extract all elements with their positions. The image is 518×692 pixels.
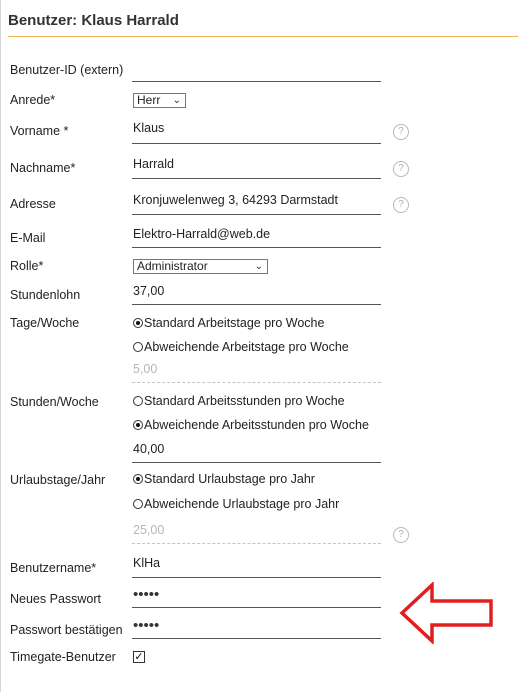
radio-unselected-icon[interactable] <box>133 499 143 509</box>
urlaubstage-standard-option[interactable]: Standard Urlaubstage pro Jahr <box>133 472 315 486</box>
stundenlohn-underline <box>132 304 381 305</box>
nachname-field[interactable]: Harrald <box>133 157 174 171</box>
neues-passwort-underline <box>132 607 381 608</box>
rolle-label: Rolle* <box>10 259 44 273</box>
email-underline <box>132 247 381 248</box>
radio-selected-icon[interactable] <box>133 474 143 484</box>
title-divider <box>8 36 518 37</box>
timegate-benutzer-checkbox[interactable]: ✓ <box>133 651 145 663</box>
benutzername-underline <box>132 577 381 578</box>
urlaubstage-abweichend-option[interactable]: Abweichende Urlaubstage pro Jahr <box>133 497 339 511</box>
rolle-select[interactable]: Administrator ⌄ <box>133 259 268 274</box>
urlaubstage-standard-label: Standard Urlaubstage pro Jahr <box>144 472 315 486</box>
benutzer-id-label: Benutzer-ID (extern) <box>10 63 124 77</box>
benutzer-id-underline <box>132 81 381 82</box>
arrow-shape <box>399 582 493 644</box>
passwort-bestaetigen-label: Passwort bestätigen <box>10 623 123 637</box>
stunden-woche-standard-option[interactable]: Standard Arbeitsstunden pro Woche <box>133 394 345 408</box>
adresse-label: Adresse <box>10 197 56 211</box>
stunden-woche-underline <box>132 462 381 463</box>
chevron-down-icon: ⌄ <box>254 261 263 272</box>
radio-selected-icon[interactable] <box>133 420 143 430</box>
vorname-underline <box>132 143 381 144</box>
tage-woche-standard-label: Standard Arbeitstage pro Woche <box>144 316 325 330</box>
stunden-woche-label: Stunden/Woche <box>10 395 99 409</box>
tage-woche-label: Tage/Woche <box>10 316 80 330</box>
vorname-label: Vorname * <box>10 124 69 138</box>
radio-unselected-icon[interactable] <box>133 342 143 352</box>
nachname-underline <box>132 178 381 179</box>
radio-unselected-icon[interactable] <box>133 396 143 406</box>
help-icon[interactable]: ? <box>393 161 409 177</box>
neues-passwort-label: Neues Passwort <box>10 592 102 606</box>
adresse-field[interactable]: Kronjuwelenweg 3, 64293 Darmstadt <box>133 193 338 207</box>
tage-woche-field[interactable]: 5,00 <box>133 362 157 376</box>
urlaubstage-underline <box>132 543 381 544</box>
stundenlohn-label: Stundenlohn <box>10 288 81 302</box>
stunden-woche-abweichend-option[interactable]: Abweichende Arbeitsstunden pro Woche <box>133 418 369 432</box>
email-field[interactable]: Elektro-Harrald@web.de <box>133 227 270 241</box>
anrede-label: Anrede* <box>10 93 56 107</box>
anrede-selected-value: Herr <box>137 93 161 107</box>
passwort-bestaetigen-field[interactable]: ••••• <box>133 617 159 634</box>
tage-woche-abweichend-label: Abweichende Arbeitstage pro Woche <box>144 340 349 354</box>
passwort-bestaetigen-underline <box>132 638 381 639</box>
stunden-woche-abweichend-label: Abweichende Arbeitsstunden pro Woche <box>144 418 369 432</box>
stunden-woche-standard-label: Standard Arbeitsstunden pro Woche <box>144 394 345 408</box>
rolle-selected-value: Administrator <box>137 259 208 273</box>
user-form-panel: Benutzer: Klaus Harrald Benutzer-ID (ext… <box>0 0 518 692</box>
benutzername-label: Benutzername* <box>10 561 97 575</box>
checkmark-icon: ✓ <box>134 651 144 663</box>
help-icon[interactable]: ? <box>393 197 409 213</box>
chevron-down-icon: ⌄ <box>172 95 181 106</box>
page-title: Benutzer: Klaus Harrald <box>8 12 179 29</box>
anrede-select[interactable]: Herr ⌄ <box>133 93 186 108</box>
tage-woche-abweichend-option[interactable]: Abweichende Arbeitstage pro Woche <box>133 340 349 354</box>
radio-selected-icon[interactable] <box>133 318 143 328</box>
vorname-field[interactable]: Klaus <box>133 121 164 135</box>
timegate-benutzer-label: Timegate-Benutzer <box>10 650 116 664</box>
tage-woche-standard-option[interactable]: Standard Arbeitstage pro Woche <box>133 316 324 330</box>
help-icon[interactable]: ? <box>393 527 409 543</box>
stunden-woche-field[interactable]: 40,00 <box>133 442 164 456</box>
red-arrow-annotation-icon <box>399 582 493 644</box>
tage-woche-underline <box>132 382 381 383</box>
help-icon[interactable]: ? <box>393 124 409 140</box>
urlaubstage-abweichend-label: Abweichende Urlaubstage pro Jahr <box>144 497 340 511</box>
nachname-label: Nachname* <box>10 161 76 175</box>
urlaubstage-field[interactable]: 25,00 <box>133 523 164 537</box>
email-label: E-Mail <box>10 231 46 245</box>
adresse-underline <box>132 214 381 215</box>
stundenlohn-field[interactable]: 37,00 <box>133 284 164 298</box>
neues-passwort-field[interactable]: ••••• <box>133 586 159 603</box>
urlaubstage-label: Urlaubstage/Jahr <box>10 473 106 487</box>
benutzername-field[interactable]: KlHa <box>133 556 160 570</box>
